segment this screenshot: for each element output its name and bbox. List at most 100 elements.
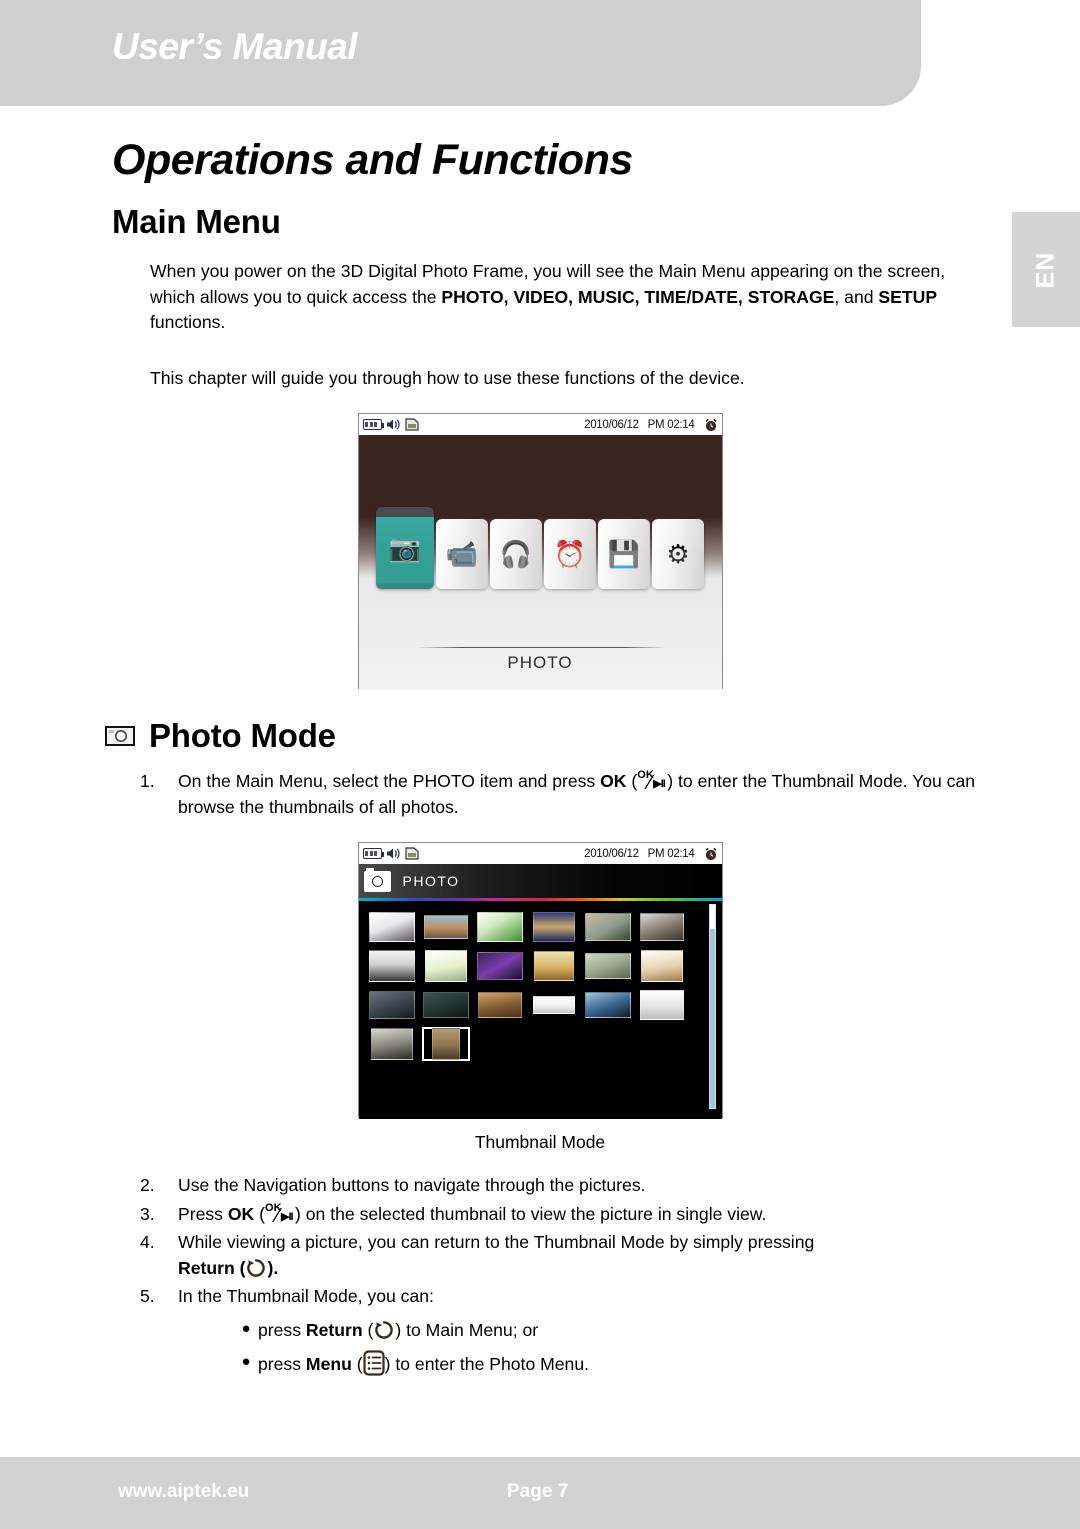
thumbnail-image (476, 912, 523, 942)
thumbnail-item[interactable] (476, 910, 524, 944)
page-content: Operations and Functions Main Menu When … (0, 106, 1080, 1377)
thumbnail-image (431, 1028, 460, 1060)
ok-button-icon: OK ⁄ ▶II (265, 1201, 294, 1227)
speaker-icon (386, 419, 400, 430)
status-time: PM 02:14 (647, 418, 695, 431)
thumbnail-title-bar: PHOTO (358, 864, 722, 898)
vertical-scrollbar[interactable] (708, 904, 716, 1109)
list-item: 1. On the Main Menu, select the PHOTO it… (140, 769, 980, 820)
step-text: Use the Navigation buttons to navigate t… (178, 1175, 646, 1195)
thumbnail-item[interactable] (368, 949, 416, 983)
thumbnail-item[interactable] (638, 949, 686, 983)
status-time: PM 02:14 (647, 847, 695, 860)
status-date: 2010/06/12 (584, 847, 639, 860)
figure-caption: Thumbnail Mode (474, 1132, 606, 1152)
thumbnail-image (368, 950, 415, 982)
thumbnail-item[interactable] (584, 910, 632, 944)
thumbnail-image (532, 996, 575, 1014)
step-text: While viewing a picture, you can return … (178, 1232, 815, 1278)
thumbnail-image (584, 913, 631, 941)
thumbnail-item[interactable] (368, 988, 416, 1022)
photo-mode-step-1: 1. On the Main Menu, select the PHOTO it… (140, 769, 980, 820)
rainbow-divider (358, 898, 722, 901)
paragraph-bold-setup: SETUP (878, 286, 938, 307)
bullet-text: press Menu () to enter the Photo Menu. (258, 1350, 589, 1377)
list-item: 5. In the Thumbnail Mode, you can: ● pre… (140, 1284, 980, 1377)
thumbnail-grid (368, 910, 698, 1061)
figure-main-menu: 2010/06/12 PM 02:14 📷 📹 🎧 (0, 413, 1080, 690)
paragraph-text-2: , and (834, 286, 879, 307)
device-screen-thumbnail: 2010/06/12 PM 02:14 PHOTO (357, 842, 723, 1119)
thumbnail-item[interactable] (368, 1027, 416, 1061)
thumbnail-item[interactable] (368, 910, 416, 944)
main-menu-paragraph-2: This chapter will guide you through how … (150, 367, 745, 388)
step-text: In the Thumbnail Mode, you can: ● press … (178, 1284, 980, 1377)
device-status-bar: 2010/06/12 PM 02:14 (358, 414, 722, 435)
thumbnail-item[interactable] (638, 910, 686, 944)
manual-title: User’s Manual (112, 26, 358, 67)
step-text-after: . (273, 1257, 279, 1278)
footer-website-url[interactable]: www.aiptek.eu (118, 1481, 249, 1503)
bullet-text-after: to enter the Photo Menu. (390, 1353, 590, 1374)
thumbnail-item[interactable] (476, 949, 524, 983)
thumbnail-image (532, 912, 575, 942)
step-bold-key: OK (600, 771, 627, 791)
thumbnail-image (424, 950, 467, 982)
step-text: Press OK (OK ⁄ ▶II) on the selected thumbn… (178, 1201, 767, 1227)
sd-card-icon (404, 418, 419, 431)
step-text-before: While viewing a picture, you can return … (178, 1232, 815, 1252)
battery-icon (362, 419, 384, 430)
main-menu-selected-label: PHOTO (507, 653, 573, 672)
main-menu-paragraph-1: When you power on the 3D Digital Photo F… (150, 259, 970, 336)
camera-icon (105, 726, 135, 746)
thumbnail-image (423, 915, 468, 939)
thumbnail-item[interactable] (530, 949, 578, 983)
camera-icon (363, 867, 391, 892)
thumbnail-item[interactable] (422, 949, 470, 983)
status-icons-left (362, 847, 419, 860)
step-text: On the Main Menu, select the PHOTO item … (178, 769, 976, 817)
paragraph-bold-functions: PHOTO, VIDEO, MUSIC, TIME/DATE, STORAGE (441, 286, 835, 307)
return-button-icon (247, 1258, 266, 1277)
thumbnail-item[interactable] (422, 988, 470, 1022)
thumbnail-item[interactable] (421, 1027, 470, 1061)
list-item: 2. Use the Navigation buttons to navigat… (140, 1173, 980, 1199)
step-number: 3. (140, 1203, 155, 1224)
thumbnail-item[interactable] (422, 910, 470, 944)
page-footer: www.aiptek.eu Page 7 (0, 1457, 1080, 1529)
thumbnail-item[interactable] (638, 988, 686, 1022)
status-info-right: 2010/06/12 PM 02:14 (584, 418, 717, 432)
thumbnail-item[interactable] (584, 949, 632, 983)
status-icons-left (362, 418, 419, 431)
step-bold-key: Return (178, 1257, 235, 1278)
section-heading-text: Photo Mode (149, 717, 336, 754)
thumbnail-item[interactable] (476, 988, 524, 1022)
status-info-right: 2010/06/12 PM 02:14 (584, 847, 717, 861)
speaker-icon (386, 848, 400, 859)
thumbnail-screen-body: PHOTO (358, 864, 722, 1119)
status-date: 2010/06/12 (584, 418, 639, 431)
alarm-clock-icon (704, 418, 717, 431)
step-number: 2. (140, 1175, 155, 1195)
sd-card-icon (404, 847, 419, 860)
paragraph-text-3: functions. (150, 312, 226, 332)
figure-thumbnail-mode: 2010/06/12 PM 02:14 PHOTO (0, 842, 1080, 1119)
step-text-after: on the selected thumbnail to view the pi… (300, 1203, 767, 1224)
step-text-before: In the Thumbnail Mode, you can: (178, 1286, 434, 1306)
scrollbar-thumb[interactable] (709, 905, 715, 929)
thumbnail-image (476, 952, 523, 980)
thumbnail-item[interactable] (584, 988, 632, 1022)
thumbnail-image (640, 950, 683, 982)
return-button-icon (375, 1320, 394, 1339)
thumbnail-image (584, 992, 631, 1018)
ok-button-icon: OK ⁄ ▶II (637, 769, 666, 794)
bullet-bold-key: Return (305, 1319, 363, 1340)
carousel-reflection (359, 543, 722, 589)
bullet-text-before: press (258, 1319, 306, 1340)
bullet-dot-icon: ● (241, 1352, 251, 1370)
chapter-title: Operations and Functions (112, 136, 633, 184)
thumbnail-item[interactable] (530, 988, 578, 1022)
thumbnail-item[interactable] (530, 910, 578, 944)
menu-divider (416, 647, 667, 648)
list-item: ● press Menu () to enter the Photo Menu. (234, 1350, 980, 1377)
